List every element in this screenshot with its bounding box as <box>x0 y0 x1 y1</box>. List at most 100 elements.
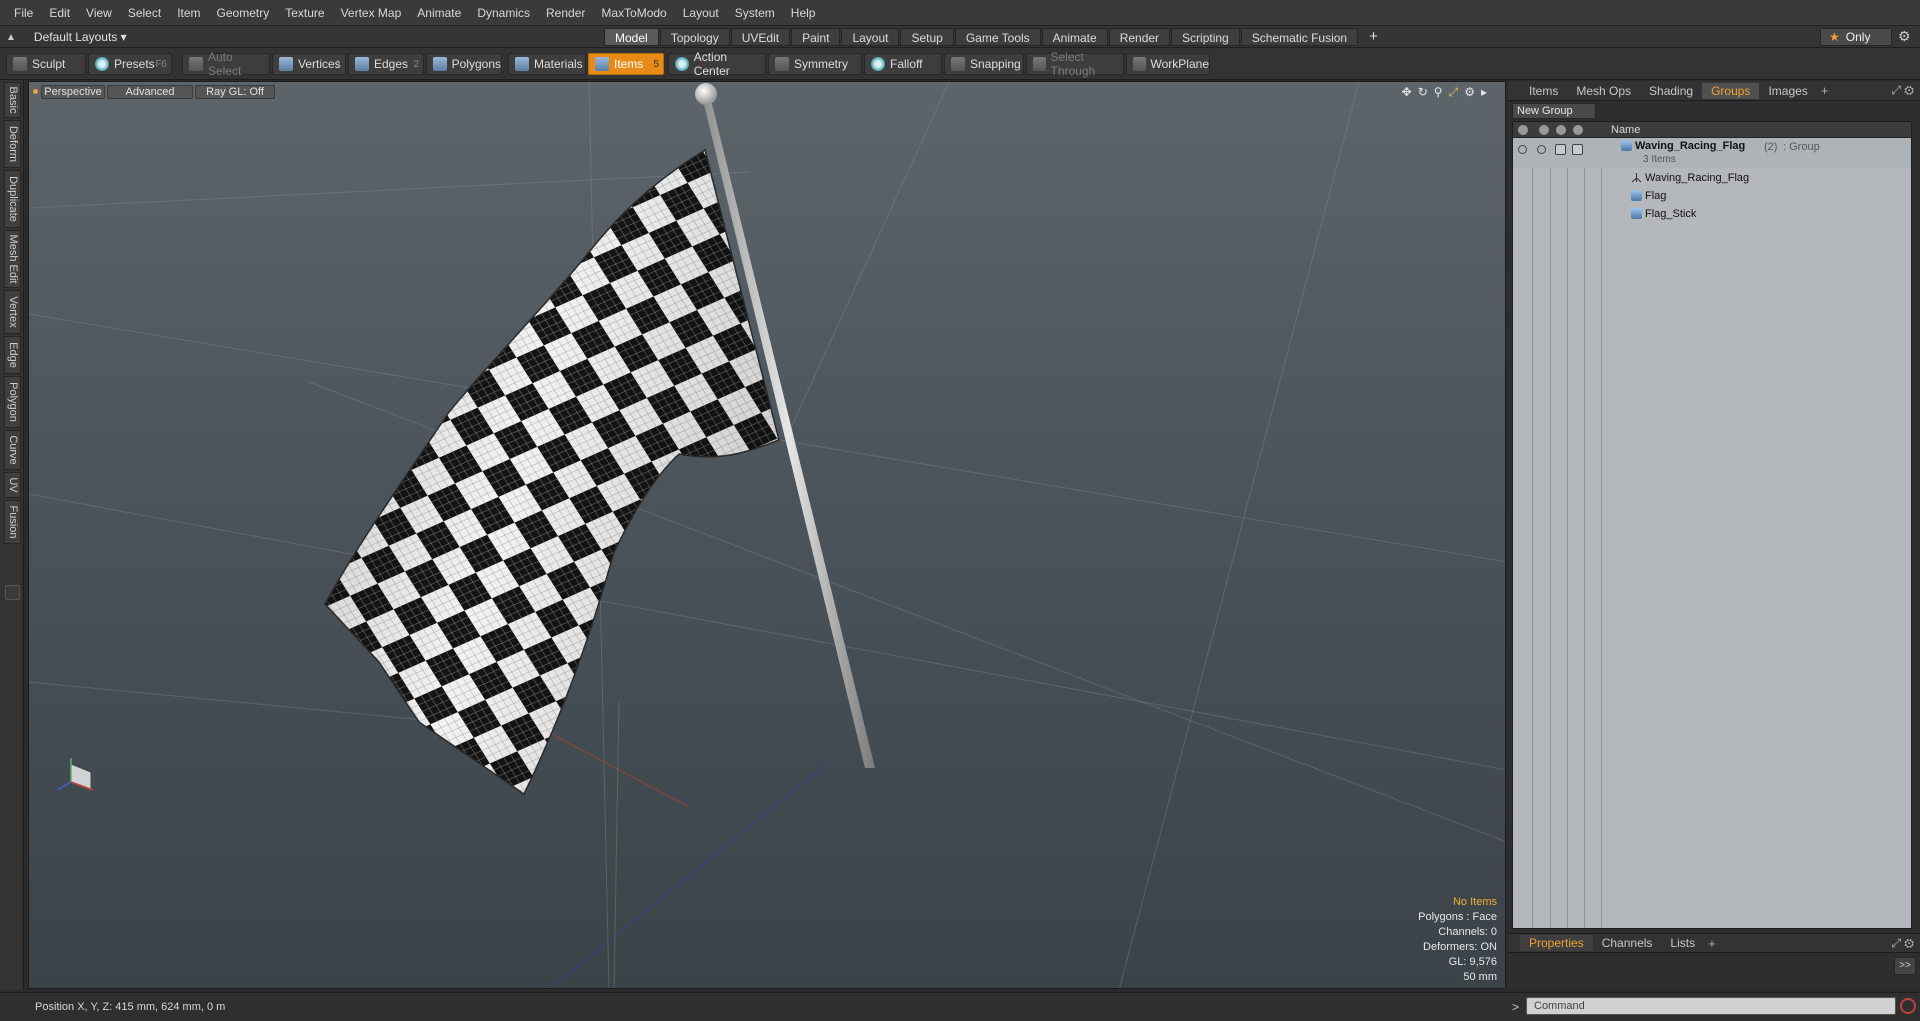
tab-layout[interactable]: Layout <box>841 28 900 46</box>
fit-view-icon[interactable]: ⤢ <box>1449 85 1459 100</box>
items-label: Items <box>614 57 644 71</box>
items-button[interactable]: Items 5 <box>588 53 664 75</box>
gear-icon[interactable]: ⚙ <box>1898 28 1911 45</box>
left-tab-basic[interactable]: Basic <box>4 82 21 118</box>
groups-list: Name Waving_Racing_Flag (2) : Group 3 It… <box>1512 121 1912 929</box>
polygons-button[interactable]: Polygons <box>426 53 502 75</box>
left-tab-edge[interactable]: Edge <box>4 336 21 374</box>
perspective-button[interactable]: Perspective <box>41 85 105 99</box>
eye-icon[interactable] <box>1518 145 1527 154</box>
tab-images[interactable]: Images <box>1759 83 1816 99</box>
rotate-view-icon[interactable]: ↻ <box>1418 85 1428 100</box>
presets-icon <box>95 57 109 71</box>
record-icon[interactable] <box>1900 998 1916 1014</box>
raygl-button[interactable]: Ray GL: Off <box>195 85 275 99</box>
tab-channels[interactable]: Channels <box>1593 935 1662 951</box>
name-column-header[interactable]: Name <box>1611 124 1640 136</box>
tab-animate[interactable]: Animate <box>1041 28 1108 46</box>
menu-file[interactable]: File <box>6 0 41 26</box>
expand-arrow-icon[interactable]: ▸ <box>1481 85 1487 100</box>
left-tab-deform[interactable]: Deform <box>4 120 21 168</box>
only-button[interactable]: ★ Only <box>1820 28 1892 46</box>
tab-render[interactable]: Render <box>1108 28 1171 46</box>
collapse-arrow-icon[interactable]: ▲ <box>6 32 16 43</box>
tab-lists[interactable]: Lists <box>1661 935 1704 951</box>
sculpt-button[interactable]: Sculpt <box>6 53 86 75</box>
move-view-icon[interactable]: ✥ <box>1402 85 1412 100</box>
tab-uvedit[interactable]: UVEdit <box>730 28 791 46</box>
viewport-menu-dot-icon[interactable] <box>33 89 38 94</box>
tab-setup[interactable]: Setup <box>900 28 954 46</box>
default-layouts-dropdown[interactable]: Default Layouts ▾ <box>34 30 127 44</box>
layout-bar: ▲ Default Layouts ▾ Model Topology UVEdi… <box>0 26 1920 48</box>
menu-dynamics[interactable]: Dynamics <box>469 0 538 26</box>
left-panel-toggle-button[interactable] <box>5 585 20 600</box>
edges-button[interactable]: Edges 2 <box>348 53 424 75</box>
left-tab-curve[interactable]: Curve <box>4 430 21 470</box>
tab-mesh-ops[interactable]: Mesh Ops <box>1567 83 1640 99</box>
menu-view[interactable]: View <box>78 0 120 26</box>
add-properties-tab-icon[interactable]: + <box>1704 936 1716 951</box>
tab-shading[interactable]: Shading <box>1640 83 1702 99</box>
tab-properties[interactable]: Properties <box>1520 935 1593 951</box>
menu-bar: File Edit View Select Item Geometry Text… <box>0 0 1920 26</box>
lock-checkbox[interactable] <box>1555 144 1566 155</box>
group-child-row[interactable]: Flag_Stick <box>1513 206 1911 222</box>
menu-edit[interactable]: Edit <box>41 0 78 26</box>
menu-help[interactable]: Help <box>783 0 824 26</box>
menu-system[interactable]: System <box>727 0 783 26</box>
left-tab-polygon[interactable]: Polygon <box>4 376 21 428</box>
expand-button[interactable]: >> <box>1894 957 1916 975</box>
render-toggle-icon[interactable] <box>1537 145 1546 154</box>
properties-options-icon[interactable]: ⤢ ⚙ <box>1891 936 1914 951</box>
left-tab-mesh-edit[interactable]: Mesh Edit <box>4 230 21 288</box>
group-child-row[interactable]: Flag <box>1513 188 1911 204</box>
select-through-button[interactable]: Select Through <box>1026 50 1124 78</box>
menu-vertex-map[interactable]: Vertex Map <box>333 0 410 26</box>
stat-deformers: Deformers: ON <box>1423 941 1497 953</box>
menu-render[interactable]: Render <box>538 0 593 26</box>
tab-paint[interactable]: Paint <box>791 28 841 46</box>
action-center-button[interactable]: Action Center <box>668 50 766 78</box>
left-tab-fusion[interactable]: Fusion <box>4 500 21 544</box>
menu-item[interactable]: Item <box>169 0 208 26</box>
tab-game-tools[interactable]: Game Tools <box>954 28 1041 46</box>
auto-select-button[interactable]: Auto Select <box>182 50 270 78</box>
menu-animate[interactable]: Animate <box>409 0 469 26</box>
tab-topology[interactable]: Topology <box>659 28 730 46</box>
left-tab-duplicate[interactable]: Duplicate <box>4 170 21 228</box>
left-tab-uv[interactable]: UV <box>4 472 21 498</box>
new-group-button[interactable]: New Group <box>1512 103 1596 119</box>
advanced-button[interactable]: Advanced <box>107 85 193 99</box>
zoom-icon[interactable]: ⚲ <box>1434 85 1443 100</box>
tab-scripting[interactable]: Scripting <box>1171 28 1240 46</box>
add-tab-icon[interactable]: + <box>1359 28 1388 46</box>
viewport-stats: No Items Polygons : Face Channels: 0 Def… <box>1418 895 1497 985</box>
command-input[interactable]: Command <box>1526 997 1896 1015</box>
menu-texture[interactable]: Texture <box>277 0 332 26</box>
workplane-button[interactable]: WorkPlane <box>1126 53 1210 75</box>
symmetry-button[interactable]: Symmetry <box>768 53 862 75</box>
left-tab-vertex[interactable]: Vertex <box>4 290 21 334</box>
tab-schematic-fusion[interactable]: Schematic Fusion <box>1240 28 1359 46</box>
panel-options-icon[interactable]: ⤢ ⚙ <box>1891 83 1914 98</box>
vertices-button[interactable]: Vertices 1 <box>272 53 346 75</box>
snapping-button[interactable]: Snapping <box>944 53 1024 75</box>
viewport-settings-icon[interactable]: ⚙ <box>1464 85 1475 100</box>
group-child-row[interactable]: Waving_Racing_Flag <box>1513 170 1911 186</box>
tab-groups[interactable]: Groups <box>1702 82 1760 99</box>
group-row[interactable]: Waving_Racing_Flag (2) : Group 3 Items <box>1513 138 1911 168</box>
menu-maxtomodo[interactable]: MaxToModo <box>593 0 674 26</box>
3d-viewport[interactable]: Perspective Advanced Ray GL: Off ✥ ↻ ⚲ ⤢… <box>28 81 1506 989</box>
menu-geometry[interactable]: Geometry <box>209 0 278 26</box>
falloff-button[interactable]: Falloff <box>864 53 942 75</box>
presets-button[interactable]: Presets F6 <box>88 53 172 75</box>
tab-items[interactable]: Items <box>1520 83 1567 99</box>
menu-layout[interactable]: Layout <box>675 0 727 26</box>
select-checkbox[interactable] <box>1572 144 1583 155</box>
tab-model[interactable]: Model <box>604 28 659 46</box>
menu-select[interactable]: Select <box>120 0 169 26</box>
materials-button[interactable]: Materials <box>508 53 586 75</box>
add-panel-tab-icon[interactable]: + <box>1817 83 1829 98</box>
workplane-icon <box>1133 57 1146 71</box>
